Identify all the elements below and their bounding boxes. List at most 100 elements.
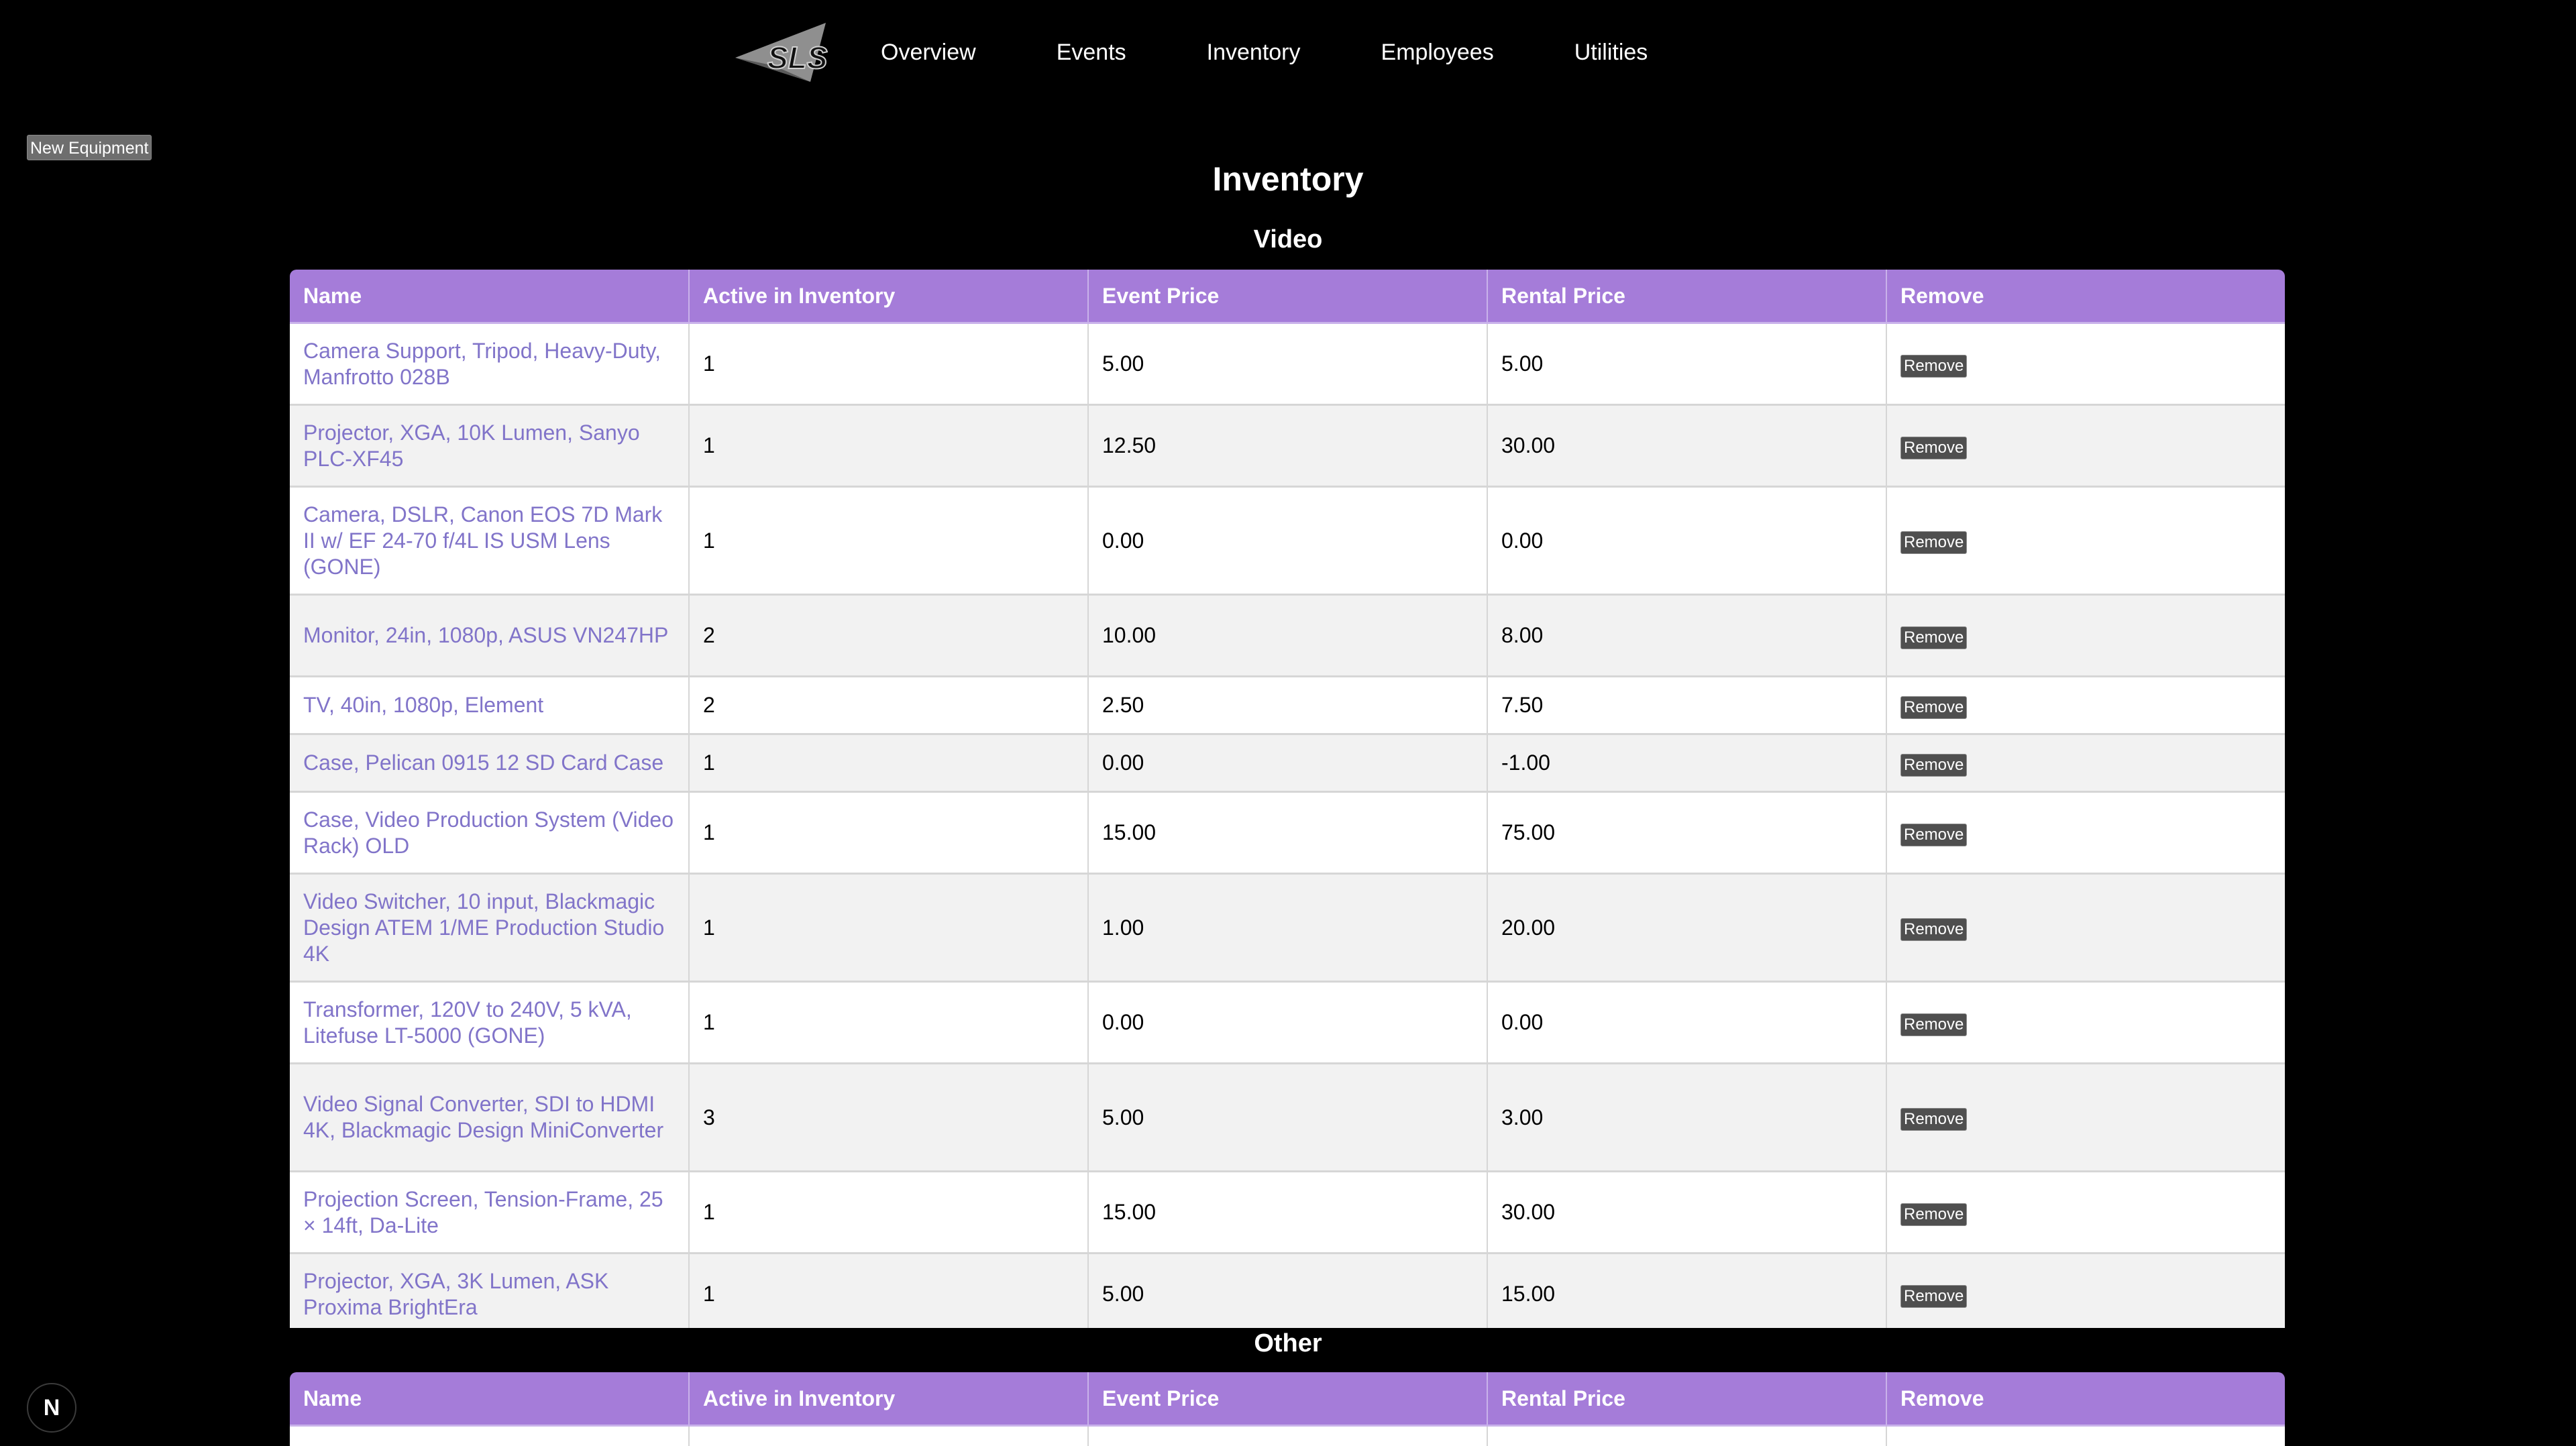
name-cell: Camera Support, Tripod, Heavy-Duty, Manf… [290,323,690,406]
name-cell: Transformer, 120V to 240V, 5 kVA, Litefu… [290,981,690,1064]
remove-button[interactable]: Remove [1900,918,1968,941]
table-row [290,1425,2285,1446]
equipment-name-link[interactable]: Monitor, 24in, 1080p, ASUS VN247HP [303,623,668,647]
remove-cell: Remove [1886,404,2285,488]
other-table: Name Active in Inventory Event Price Ren… [290,1372,2285,1446]
remove-button[interactable]: Remove [1900,531,1968,554]
page-title: Inventory [1212,160,1364,198]
rental-price-cell: 8.00 [1487,594,1887,677]
rental-price-cell: 75.00 [1487,791,1887,875]
remove-button[interactable]: Remove [1900,1108,1968,1131]
event-price-cell [1088,1425,1488,1446]
remove-cell: Remove [1886,323,2285,406]
table-row: Camera Support, Tripod, Heavy-Duty, Manf… [290,323,2285,406]
nav-utilities[interactable]: Utilities [1574,40,1648,66]
name-cell: Monitor, 24in, 1080p, ASUS VN247HP [290,594,690,677]
active-cell: 1 [689,1171,1089,1254]
name-cell: Video Switcher, 10 input, Blackmagic Des… [290,873,690,983]
table-row: Transformer, 120V to 240V, 5 kVA, Litefu… [290,981,2285,1064]
table-row: Projector, XGA, 10K Lumen, Sanyo PLC-XF4… [290,404,2285,488]
active-cell [689,1425,1089,1446]
equipment-name-link[interactable]: Case, Video Production System (Video Rac… [303,808,674,858]
event-price-cell: 12.50 [1088,404,1488,488]
table-row: Case, Pelican 0915 12 SD Card Case 1 0.0… [290,734,2285,793]
column-header-event-price[interactable]: Event Price [1088,270,1488,324]
rental-price-cell: 0.00 [1487,981,1887,1064]
video-table-container[interactable]: Name Active in Inventory Event Price Ren… [290,270,2285,1328]
remove-button[interactable]: Remove [1900,753,1968,777]
nav-employees[interactable]: Employees [1381,40,1494,66]
new-equipment-button[interactable]: New Equipment [27,135,152,160]
nav-inventory[interactable]: Inventory [1207,40,1301,66]
active-cell: 1 [689,323,1089,406]
table-row: Case, Video Production System (Video Rac… [290,791,2285,875]
column-header-rental-price[interactable]: Rental Price [1487,270,1887,324]
rental-price-cell: 7.50 [1487,676,1887,735]
remove-button[interactable]: Remove [1900,1284,1968,1308]
equipment-name-link[interactable]: TV, 40in, 1080p, Element [303,693,543,717]
column-header-event-price[interactable]: Event Price [1088,1372,1488,1427]
equipment-name-link[interactable]: Case, Pelican 0915 12 SD Card Case [303,750,663,775]
rental-price-cell: -1.00 [1487,734,1887,793]
event-price-cell: 0.00 [1088,981,1488,1064]
nav-overview[interactable]: Overview [881,40,976,66]
rental-price-cell: 5.00 [1487,323,1887,406]
sls-logo-icon[interactable]: SLS [735,23,833,82]
table-row: Projector, XGA, 3K Lumen, ASK Proxima Br… [290,1253,2285,1328]
equipment-name-link[interactable]: Video Switcher, 10 input, Blackmagic Des… [303,889,664,966]
section-title-video: Video [1253,225,1323,254]
column-header-active[interactable]: Active in Inventory [689,1372,1089,1427]
remove-cell: Remove [1886,1063,2285,1172]
table-header-row: Name Active in Inventory Event Price Ren… [290,1372,2285,1427]
nextjs-icon[interactable]: N [27,1383,76,1433]
equipment-name-link[interactable]: Video Signal Converter, SDI to HDMI 4K, … [303,1092,663,1142]
event-price-cell: 1.00 [1088,873,1488,983]
other-table-container[interactable]: Name Active in Inventory Event Price Ren… [290,1372,2285,1446]
event-price-cell: 0.00 [1088,486,1488,596]
remove-cell: Remove [1886,486,2285,596]
remove-cell: Remove [1886,873,2285,983]
table-row: TV, 40in, 1080p, Element 2 2.50 7.50 Rem… [290,676,2285,735]
event-price-cell: 5.00 [1088,1063,1488,1172]
table-header-row: Name Active in Inventory Event Price Ren… [290,270,2285,324]
table-row: Camera, DSLR, Canon EOS 7D Mark II w/ EF… [290,486,2285,596]
remove-cell: Remove [1886,594,2285,677]
column-header-remove: Remove [1886,1372,2285,1427]
remove-button[interactable]: Remove [1900,696,1968,719]
name-cell: Projector, XGA, 3K Lumen, ASK Proxima Br… [290,1253,690,1328]
name-cell: Camera, DSLR, Canon EOS 7D Mark II w/ EF… [290,486,690,596]
remove-cell: Remove [1886,676,2285,735]
active-cell: 1 [689,981,1089,1064]
remove-button[interactable]: Remove [1900,354,1968,378]
column-header-name[interactable]: Name [290,270,690,324]
active-cell: 1 [689,404,1089,488]
equipment-name-link[interactable]: Transformer, 120V to 240V, 5 kVA, Litefu… [303,997,632,1048]
name-cell: Case, Video Production System (Video Rac… [290,791,690,875]
table-row: Projection Screen, Tension-Frame, 25 × 1… [290,1171,2285,1254]
name-cell [290,1425,690,1446]
column-header-active[interactable]: Active in Inventory [689,270,1089,324]
name-cell: Video Signal Converter, SDI to HDMI 4K, … [290,1063,690,1172]
remove-button[interactable]: Remove [1900,626,1968,649]
event-price-cell: 15.00 [1088,1171,1488,1254]
remove-button[interactable]: Remove [1900,1203,1968,1226]
column-header-rental-price[interactable]: Rental Price [1487,1372,1887,1427]
section-title-other: Other [1254,1329,1322,1357]
equipment-name-link[interactable]: Projector, XGA, 10K Lumen, Sanyo PLC-XF4… [303,421,640,471]
equipment-name-link[interactable]: Projection Screen, Tension-Frame, 25 × 1… [303,1187,663,1237]
column-header-name[interactable]: Name [290,1372,690,1427]
active-cell: 1 [689,873,1089,983]
table-row: Video Switcher, 10 input, Blackmagic Des… [290,873,2285,983]
remove-button[interactable]: Remove [1900,823,1968,846]
equipment-name-link[interactable]: Camera Support, Tripod, Heavy-Duty, Manf… [303,339,661,389]
nav-events[interactable]: Events [1057,40,1126,66]
event-price-cell: 5.00 [1088,323,1488,406]
top-nav: SLS Overview Events Inventory Employees … [735,20,1728,85]
equipment-name-link[interactable]: Camera, DSLR, Canon EOS 7D Mark II w/ EF… [303,502,662,579]
remove-button[interactable]: Remove [1900,436,1968,459]
remove-button[interactable]: Remove [1900,1013,1968,1036]
table-row: Monitor, 24in, 1080p, ASUS VN247HP 2 10.… [290,594,2285,677]
remove-cell: Remove [1886,981,2285,1064]
equipment-name-link[interactable]: Projector, XGA, 3K Lumen, ASK Proxima Br… [303,1269,608,1319]
active-cell: 1 [689,1253,1089,1328]
